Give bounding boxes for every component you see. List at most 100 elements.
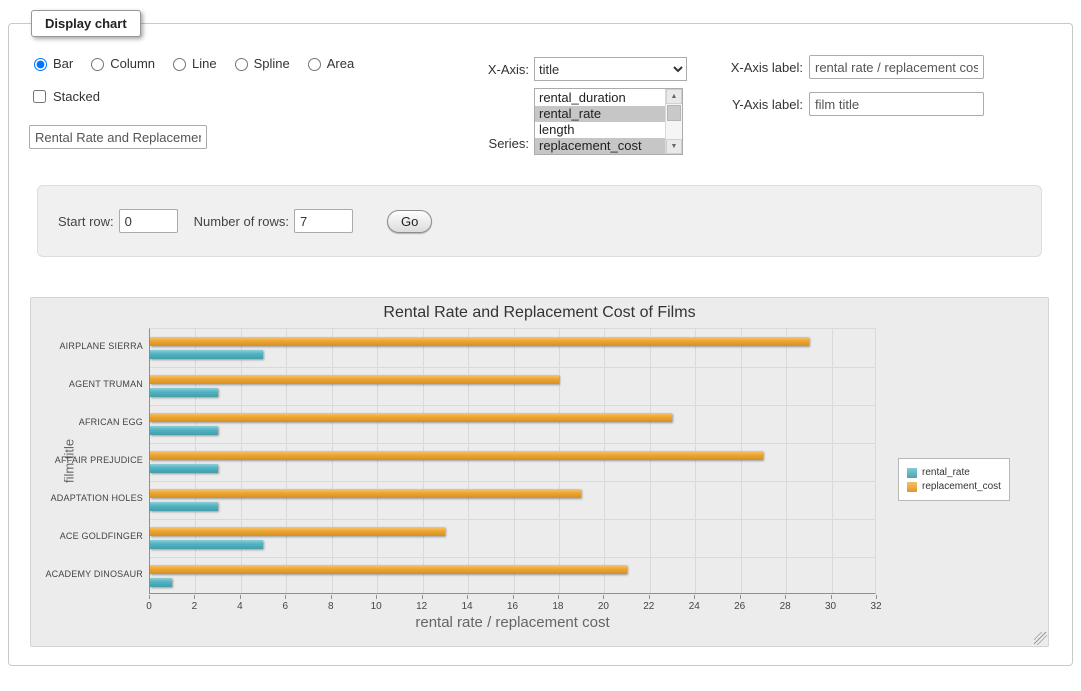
- gridline-horizontal: [150, 443, 875, 444]
- start-row-input[interactable]: [119, 209, 178, 233]
- scroll-up-button[interactable]: ▲: [666, 89, 682, 104]
- scrollbar-track[interactable]: [666, 104, 682, 139]
- bar-rental_rate: [150, 540, 263, 549]
- y-axis-label-input[interactable]: [809, 92, 984, 116]
- gridline-vertical: [786, 329, 787, 593]
- x-tick-label: 20: [591, 601, 615, 612]
- bar-replacement_cost: [150, 413, 672, 422]
- category-label: AIRPLANE SIERRA: [31, 341, 143, 351]
- category-label: ACADEMY DINOSAUR: [31, 569, 143, 579]
- resize-handle[interactable]: [1034, 632, 1047, 645]
- row-range-panel: Start row: Number of rows: Go: [37, 185, 1042, 257]
- number-of-rows-label: Number of rows:: [194, 214, 289, 229]
- category-label: ADAPTATION HOLES: [31, 493, 143, 503]
- x-axis-tick: [603, 595, 604, 599]
- series-option-rental_rate[interactable]: rental_rate: [535, 106, 665, 122]
- category-label: AFFAIR PREJUDICE: [31, 455, 143, 465]
- x-tick-label: 26: [728, 601, 752, 612]
- x-tick-label: 16: [501, 601, 525, 612]
- x-axis-tick: [785, 595, 786, 599]
- bar-rental_rate: [150, 578, 172, 587]
- chart-type-radio-group: Bar Column Line Spline Area: [29, 55, 354, 71]
- x-axis-label-row: X-Axis label:: [713, 55, 984, 79]
- bar-rental_rate: [150, 464, 218, 473]
- chart-type-option-bar[interactable]: Bar: [29, 55, 73, 71]
- x-axis-tick: [376, 595, 377, 599]
- x-axis-tick: [876, 595, 877, 599]
- gridline-vertical: [332, 329, 333, 593]
- scroll-down-button[interactable]: ▼: [666, 139, 682, 154]
- chart-type-option-column[interactable]: Column: [86, 55, 155, 71]
- x-axis-tick: [740, 595, 741, 599]
- bar-replacement_cost: [150, 565, 627, 574]
- display-chart-fieldset: Display chart BarColumnLineSplineArea St…: [8, 10, 1073, 666]
- gridline-horizontal: [150, 367, 875, 368]
- legend-item-rental_rate[interactable]: rental_rate: [907, 467, 1001, 478]
- x-tick-label: 8: [319, 601, 343, 612]
- chart-title-input[interactable]: [29, 125, 207, 149]
- series-option-replacement_cost[interactable]: replacement_cost: [535, 138, 665, 154]
- gridline-horizontal: [150, 519, 875, 520]
- gridline-vertical: [514, 329, 515, 593]
- x-axis-row: X-Axis: title: [443, 57, 687, 81]
- x-tick-label: 14: [455, 601, 479, 612]
- legend-swatch: [907, 468, 917, 478]
- x-axis-tick: [467, 595, 468, 599]
- scrollbar-thumb[interactable]: [667, 105, 681, 121]
- radio-bar[interactable]: [34, 58, 47, 71]
- radio-line[interactable]: [173, 58, 186, 71]
- legend-label: rental_rate: [922, 467, 970, 478]
- radio-label: Area: [327, 56, 354, 71]
- chart-type-option-line[interactable]: Line: [168, 55, 217, 71]
- x-tick-label: 0: [137, 601, 161, 612]
- radio-label: Line: [192, 56, 217, 71]
- category-label: AGENT TRUMAN: [31, 379, 143, 389]
- category-label: ACE GOLDFINGER: [31, 531, 143, 541]
- x-axis-select-label: X-Axis:: [443, 62, 529, 77]
- radio-label: Spline: [254, 56, 290, 71]
- y-axis-label-caption: Y-Axis label:: [713, 97, 803, 112]
- x-axis-tick: [194, 595, 195, 599]
- bar-replacement_cost: [150, 527, 445, 536]
- chart-container: Rental Rate and Replacement Cost of Film…: [30, 297, 1049, 647]
- gridline-vertical: [695, 329, 696, 593]
- number-of-rows-input[interactable]: [294, 209, 353, 233]
- series-option-length[interactable]: length: [535, 122, 665, 138]
- series-listbox[interactable]: rental_durationrental_ratelengthreplacem…: [534, 88, 683, 155]
- series-listbox-scrollbar[interactable]: ▲ ▼: [665, 89, 682, 154]
- gridline-horizontal: [150, 557, 875, 558]
- x-axis-label-input[interactable]: [809, 55, 984, 79]
- series-option-rental_duration[interactable]: rental_duration: [535, 90, 665, 106]
- x-axis-tick: [831, 595, 832, 599]
- bar-replacement_cost: [150, 489, 581, 498]
- x-tick-label: 6: [273, 601, 297, 612]
- x-tick-label: 22: [637, 601, 661, 612]
- x-axis-tick: [149, 595, 150, 599]
- gridline-vertical: [286, 329, 287, 593]
- x-axis-tick: [285, 595, 286, 599]
- x-axis-tick: [422, 595, 423, 599]
- radio-area[interactable]: [308, 58, 321, 71]
- x-tick-label: 2: [182, 601, 206, 612]
- x-axis-tick: [240, 595, 241, 599]
- x-axis-select[interactable]: title: [534, 57, 687, 81]
- x-tick-label: 32: [864, 601, 888, 612]
- axis-label-column: X-Axis label: Y-Axis label:: [713, 37, 984, 116]
- radio-column[interactable]: [91, 58, 104, 71]
- gridline-vertical: [423, 329, 424, 593]
- chart-type-option-area[interactable]: Area: [303, 55, 354, 71]
- bar-rental_rate: [150, 426, 218, 435]
- top-controls: BarColumnLineSplineArea Stacked X-Axis: …: [23, 37, 1058, 177]
- radio-spline[interactable]: [235, 58, 248, 71]
- chart-type-option-spline[interactable]: Spline: [230, 55, 290, 71]
- gridline-vertical: [195, 329, 196, 593]
- legend-item-replacement_cost[interactable]: replacement_cost: [907, 481, 1001, 492]
- x-axis-tick: [513, 595, 514, 599]
- bar-rental_rate: [150, 502, 218, 511]
- bar-rental_rate: [150, 350, 263, 359]
- go-button[interactable]: Go: [387, 210, 432, 233]
- gridline-vertical: [650, 329, 651, 593]
- legend-swatch: [907, 482, 917, 492]
- x-axis-title: rental rate / replacement cost: [149, 614, 876, 631]
- stacked-checkbox[interactable]: [33, 90, 46, 103]
